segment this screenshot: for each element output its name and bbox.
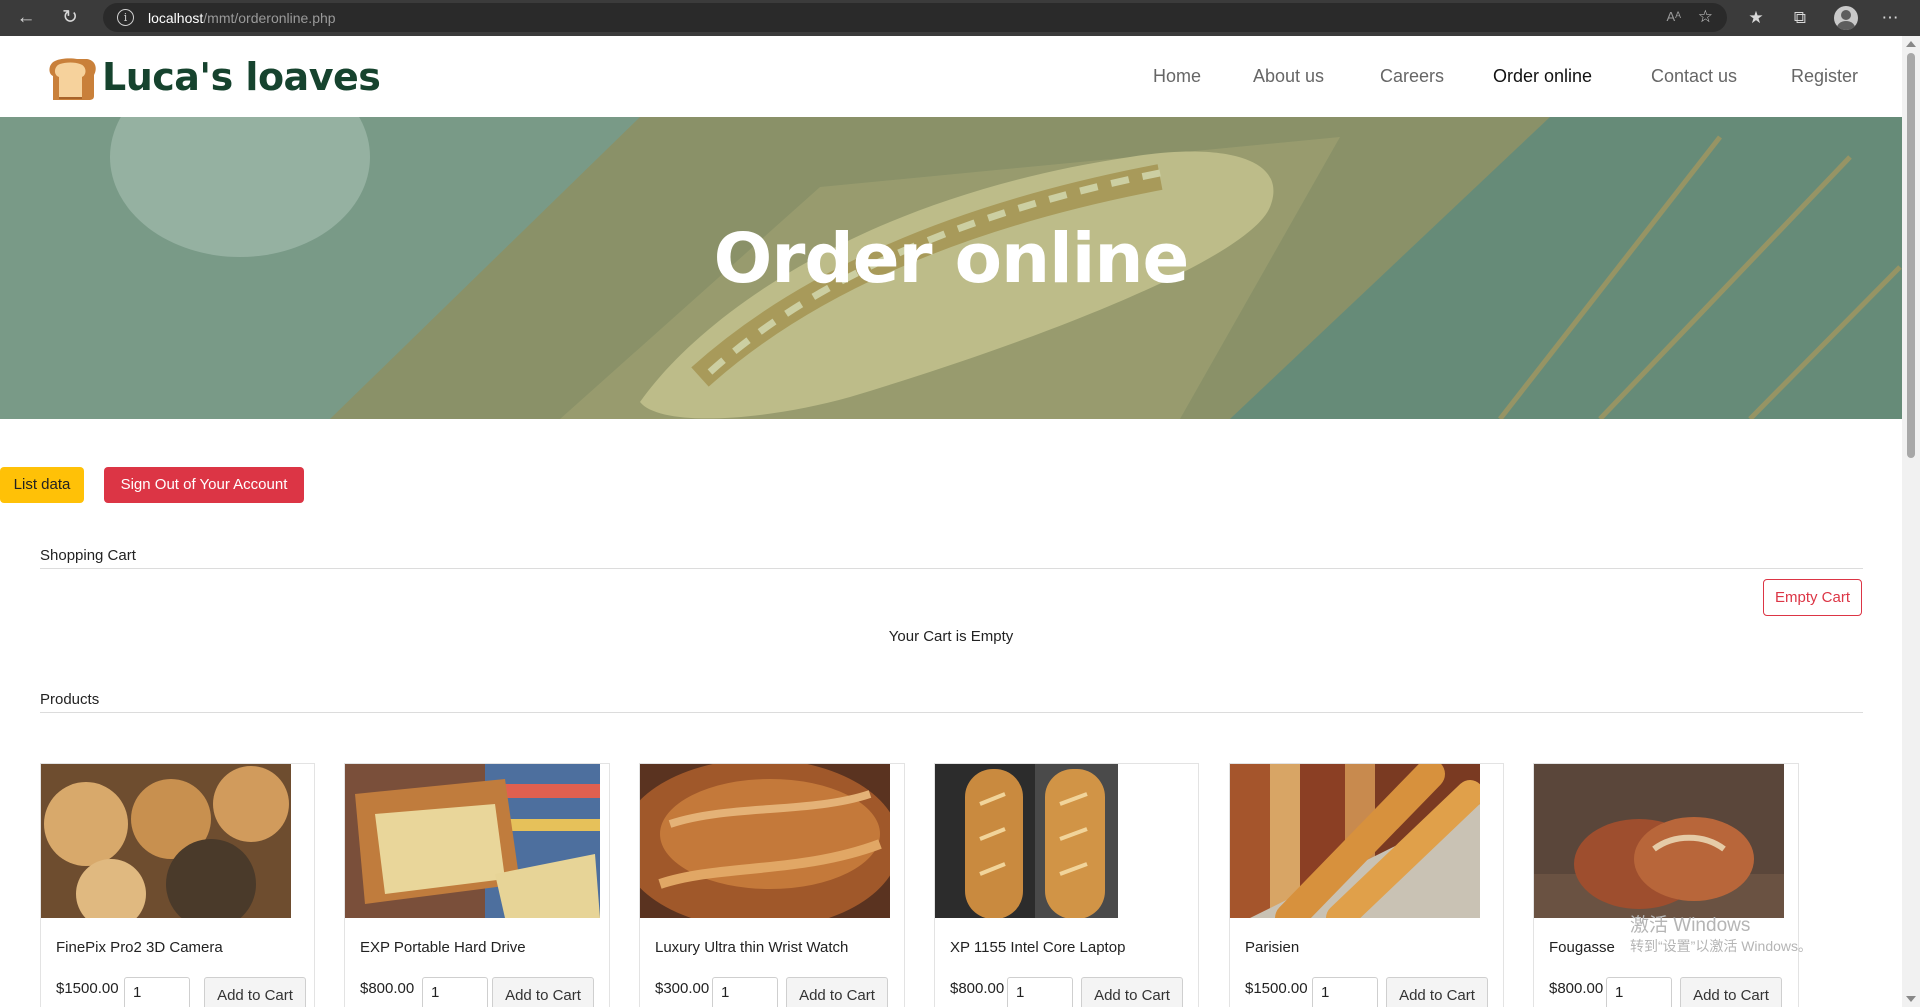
product-price: $1500.00: [1245, 980, 1308, 997]
scroll-up-arrow-icon[interactable]: [1906, 41, 1916, 47]
scrollbar-thumb[interactable]: [1907, 53, 1915, 458]
add-to-cart-button[interactable]: Add to Cart: [1680, 977, 1782, 1007]
windows-activation-watermark: 激活 Windows: [1630, 915, 1751, 936]
hero-banner: Order online: [0, 117, 1902, 419]
product-image[interactable]: [345, 764, 600, 918]
product-image[interactable]: [640, 764, 890, 918]
windows-activation-hint: 转到“设置”以激活 Windows。: [1630, 938, 1813, 954]
products-heading: Products: [40, 691, 100, 708]
bread-loaf-icon: [49, 58, 96, 100]
shopping-cart-heading: Shopping Cart: [40, 547, 136, 564]
browser-toolbar: ← ↻ i localhost/mmt/orderonline.php Aᴬ ☆…: [0, 0, 1920, 36]
cart-empty-message: Your Cart is Empty: [888, 628, 1014, 645]
add-to-cart-button[interactable]: Add to Cart: [1386, 977, 1488, 1007]
add-to-cart-button[interactable]: Add to Cart: [786, 977, 888, 1007]
page-content: Luca's loaves Home About us Careers Orde…: [0, 36, 1902, 1007]
nav-careers[interactable]: Careers: [1380, 66, 1444, 87]
product-name: Fougasse: [1549, 939, 1615, 956]
nav-home[interactable]: Home: [1153, 66, 1201, 87]
sign-out-button[interactable]: Sign Out of Your Account: [104, 467, 304, 503]
product-image[interactable]: [41, 764, 291, 918]
product-price: $300.00: [655, 980, 710, 997]
product-image[interactable]: [935, 764, 1118, 918]
product-card: Fougasse $800.00 1 Add to Cart: [1533, 763, 1799, 1007]
back-arrow-icon[interactable]: ←: [14, 6, 38, 30]
logo-text: Luca's loaves: [102, 55, 381, 99]
info-icon[interactable]: i: [117, 9, 134, 26]
quantity-input[interactable]: 1: [712, 977, 778, 1007]
product-card: FinePix Pro2 3D Camera $1500.00 1 Add to…: [40, 763, 315, 1007]
product-card: Luxury Ultra thin Wrist Watch $300.00 1 …: [639, 763, 905, 1007]
product-name: XP 1155 Intel Core Laptop: [950, 939, 1126, 956]
nav-order-online[interactable]: Order online: [1493, 66, 1592, 87]
product-price: $800.00: [360, 980, 415, 997]
product-card: Parisien $1500.00 1 Add to Cart: [1229, 763, 1504, 1007]
product-price: $800.00: [1549, 980, 1604, 997]
product-card: XP 1155 Intel Core Laptop $800.00 1 Add …: [934, 763, 1199, 1007]
empty-cart-button[interactable]: Empty Cart: [1763, 579, 1862, 616]
collections-icon[interactable]: ⧉: [1788, 6, 1812, 30]
list-data-button[interactable]: List data: [0, 467, 84, 503]
nav-register[interactable]: Register: [1791, 66, 1858, 87]
quantity-input[interactable]: 1: [1007, 977, 1073, 1007]
product-image[interactable]: [1230, 764, 1480, 918]
product-name: FinePix Pro2 3D Camera: [56, 939, 223, 956]
refresh-icon[interactable]: ↻: [58, 6, 82, 30]
favorites-icon[interactable]: ★: [1744, 6, 1768, 30]
add-to-cart-button[interactable]: Add to Cart: [1081, 977, 1183, 1007]
quantity-input[interactable]: 1: [1606, 977, 1672, 1007]
site-logo[interactable]: Luca's loaves: [47, 53, 381, 103]
product-name: Luxury Ultra thin Wrist Watch: [655, 939, 849, 956]
quantity-input[interactable]: 1: [422, 977, 488, 1007]
site-header: Luca's loaves Home About us Careers Orde…: [0, 36, 1902, 117]
profile-avatar-icon[interactable]: [1834, 6, 1858, 30]
address-bar[interactable]: i localhost/mmt/orderonline.php Aᴬ ☆: [103, 3, 1727, 32]
more-menu-icon[interactable]: ⋯: [1878, 6, 1902, 30]
add-to-cart-button[interactable]: Add to Cart: [492, 977, 594, 1007]
product-price: $1500.00: [56, 980, 119, 997]
scroll-down-arrow-icon[interactable]: [1906, 996, 1916, 1002]
add-to-cart-button[interactable]: Add to Cart: [204, 977, 306, 1007]
page-scrollbar[interactable]: [1902, 36, 1920, 1007]
product-name: Parisien: [1245, 939, 1300, 956]
url-path: /mmt/orderonline.php: [203, 10, 336, 26]
product-card: EXP Portable Hard Drive $800.00 1 Add to…: [344, 763, 610, 1007]
nav-about-us[interactable]: About us: [1253, 66, 1324, 87]
url-host: localhost: [148, 10, 204, 26]
product-name: EXP Portable Hard Drive: [360, 939, 526, 956]
quantity-input[interactable]: 1: [124, 977, 190, 1007]
add-favorite-icon[interactable]: ☆: [1698, 7, 1713, 27]
hero-title: Order online: [713, 219, 1190, 299]
product-image[interactable]: [1534, 764, 1784, 918]
address-url[interactable]: localhost/mmt/orderonline.php: [148, 10, 336, 26]
quantity-input[interactable]: 1: [1312, 977, 1378, 1007]
read-aloud-icon[interactable]: Aᴬ: [1666, 9, 1681, 24]
nav-contact-us[interactable]: Contact us: [1651, 66, 1737, 87]
products-divider: [40, 712, 1863, 713]
product-price: $800.00: [950, 980, 1005, 997]
cart-divider: [40, 568, 1863, 569]
